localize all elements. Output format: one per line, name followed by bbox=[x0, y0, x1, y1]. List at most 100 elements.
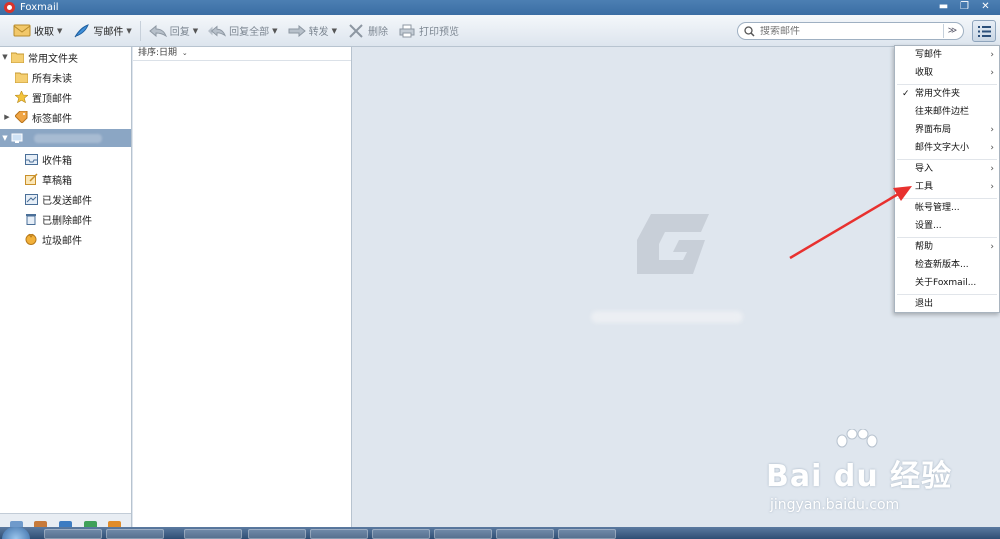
taskbar-app-button[interactable] bbox=[558, 529, 616, 539]
menu-item-exit[interactable]: 退出 bbox=[895, 295, 999, 313]
folder-label: 收件箱 bbox=[42, 155, 72, 167]
folder-deleted[interactable]: 已删除邮件 bbox=[0, 209, 131, 229]
folder-pinned[interactable]: 置顶邮件 bbox=[0, 87, 131, 107]
reply-all-arrow-icon bbox=[208, 24, 227, 38]
folder-label: 常用文件夹 bbox=[28, 53, 78, 65]
delete-label: 删除 bbox=[367, 27, 388, 38]
taskbar-app-button[interactable] bbox=[44, 529, 102, 539]
watermark-url: jingyan.baidu.com bbox=[770, 497, 900, 513]
taskbar-app-button[interactable] bbox=[184, 529, 242, 539]
receive-button[interactable]: 收取 ▼ bbox=[8, 19, 67, 43]
folder-inbox[interactable]: 收件箱 bbox=[0, 149, 131, 169]
trash-icon bbox=[24, 213, 38, 225]
menu-item-contacts-sidebar[interactable]: 往来邮件边栏 bbox=[895, 103, 999, 121]
print-preview-label: 打印预览 bbox=[418, 27, 459, 38]
menu-item-compose[interactable]: 写邮件 › bbox=[895, 46, 999, 64]
receive-label: 收取 bbox=[34, 27, 54, 38]
feather-pen-icon bbox=[72, 23, 90, 38]
chevron-down-icon[interactable]: ▼ bbox=[193, 27, 198, 35]
menu-item-import[interactable]: 导入 › bbox=[895, 160, 999, 178]
taskbar-app-button[interactable] bbox=[106, 529, 164, 539]
foxmail-logo-icon bbox=[4, 2, 15, 13]
menu-item-font-size[interactable]: 邮件文字大小 › bbox=[895, 139, 999, 157]
menu-list-icon bbox=[977, 25, 991, 37]
taskbar-app-button[interactable] bbox=[496, 529, 554, 539]
folder-tagged[interactable]: ▶ 标签邮件 bbox=[0, 107, 131, 127]
search-box[interactable]: ≫ bbox=[737, 22, 964, 40]
menu-item-about[interactable]: 关于Foxmail... bbox=[895, 274, 999, 292]
delete-button[interactable]: 删除 bbox=[342, 19, 393, 43]
tag-icon bbox=[14, 111, 28, 123]
sort-bar[interactable]: 排序:日期 ⌄ bbox=[133, 47, 351, 61]
minimize-button[interactable]: ▬ bbox=[933, 0, 954, 15]
double-chevron-down-icon[interactable]: ≫ bbox=[943, 24, 961, 38]
sent-icon bbox=[24, 193, 38, 205]
main-menu-button[interactable] bbox=[972, 20, 996, 42]
os-taskbar bbox=[0, 527, 1000, 539]
reply-arrow-icon bbox=[149, 24, 167, 38]
chevron-down-icon[interactable]: ⌄ bbox=[182, 49, 188, 57]
search-icon bbox=[742, 24, 756, 38]
folder-label: 标签邮件 bbox=[32, 113, 72, 125]
menu-item-layout[interactable]: 界面布局 › bbox=[895, 121, 999, 139]
printer-icon bbox=[398, 24, 416, 38]
expand-down-icon[interactable]: ▼ bbox=[0, 134, 10, 142]
search-input[interactable] bbox=[760, 25, 940, 37]
menu-item-common-folders[interactable]: ✓ 常用文件夹 bbox=[895, 85, 999, 103]
account-name-redacted bbox=[34, 133, 102, 143]
drafts-icon bbox=[24, 173, 38, 185]
folder-junk[interactable]: 垃圾邮件 bbox=[0, 229, 131, 249]
chevron-right-icon: › bbox=[990, 182, 994, 192]
close-button[interactable]: ✕ bbox=[975, 0, 996, 15]
expand-down-icon[interactable]: ▼ bbox=[0, 53, 10, 61]
chevron-down-icon[interactable]: ▼ bbox=[272, 27, 277, 35]
chevron-right-icon: › bbox=[990, 50, 994, 60]
account-row[interactable]: ▼ bbox=[0, 129, 131, 147]
reply-all-button[interactable]: 回复全部 ▼ bbox=[203, 19, 282, 43]
redacted-text bbox=[591, 311, 743, 323]
chevron-down-icon[interactable]: ▼ bbox=[57, 27, 62, 35]
delete-x-icon bbox=[347, 23, 365, 38]
message-list: 排序:日期 ⌄ bbox=[133, 47, 352, 539]
folder-common[interactable]: ▼ 常用文件夹 bbox=[0, 47, 131, 67]
folder-label: 草稿箱 bbox=[42, 175, 72, 187]
taskbar-app-button[interactable] bbox=[248, 529, 306, 539]
folder-label: 已发送邮件 bbox=[42, 195, 92, 207]
folder-sent[interactable]: 已发送邮件 bbox=[0, 189, 131, 209]
menu-item-help[interactable]: 帮助 › bbox=[895, 238, 999, 256]
reply-all-label: 回复全部 bbox=[229, 27, 270, 38]
sort-label: 排序:日期 bbox=[138, 48, 178, 58]
chevron-down-icon[interactable]: ▼ bbox=[126, 27, 131, 35]
menu-item-settings[interactable]: 设置... bbox=[895, 217, 999, 235]
taskbar-app-button[interactable] bbox=[310, 529, 368, 539]
taskbar-app-button[interactable] bbox=[372, 529, 430, 539]
title-bar: Foxmail ▬ ❐ ✕ bbox=[0, 0, 1000, 15]
reply-button[interactable]: 回复 ▼ bbox=[144, 19, 203, 43]
compose-label: 写邮件 bbox=[93, 27, 124, 38]
folder-drafts[interactable]: 草稿箱 bbox=[0, 169, 131, 189]
expand-right-icon[interactable]: ▶ bbox=[2, 113, 12, 121]
start-button[interactable] bbox=[2, 527, 30, 539]
folder-sidebar: ▼ 常用文件夹 所有未读 置顶邮件 ▶ 标签邮件 ▼ 收件箱 草稿箱 已发送邮件… bbox=[0, 47, 132, 539]
print-preview-button[interactable]: 打印预览 bbox=[393, 19, 464, 43]
taskbar-app-button[interactable] bbox=[434, 529, 492, 539]
check-icon: ✓ bbox=[902, 89, 910, 99]
menu-item-account-management[interactable]: 帐号管理... bbox=[895, 199, 999, 217]
baidu-jingyan-watermark: Bai du 经验 jingyan.baidu.com bbox=[756, 425, 988, 525]
chevron-down-icon[interactable]: ▼ bbox=[332, 27, 337, 35]
folder-icon bbox=[10, 51, 24, 63]
forward-arrow-icon bbox=[288, 24, 306, 38]
toolbar-divider bbox=[139, 20, 141, 41]
menu-item-receive[interactable]: 收取 › bbox=[895, 64, 999, 82]
junk-icon bbox=[24, 233, 38, 245]
compose-button[interactable]: 写邮件 ▼ bbox=[67, 19, 136, 43]
forward-button[interactable]: 转发 ▼ bbox=[283, 19, 342, 43]
folder-all-unread[interactable]: 所有未读 bbox=[0, 67, 131, 87]
menu-item-tools[interactable]: 工具 › bbox=[895, 178, 999, 196]
folder-label: 垃圾邮件 bbox=[42, 235, 82, 247]
forward-label: 转发 bbox=[308, 27, 329, 38]
restore-button[interactable]: ❐ bbox=[954, 0, 975, 15]
folder-label: 置顶邮件 bbox=[32, 93, 72, 105]
foxmail-watermark-logo-icon bbox=[637, 214, 709, 274]
menu-item-check-update[interactable]: 检查新版本... bbox=[895, 256, 999, 274]
